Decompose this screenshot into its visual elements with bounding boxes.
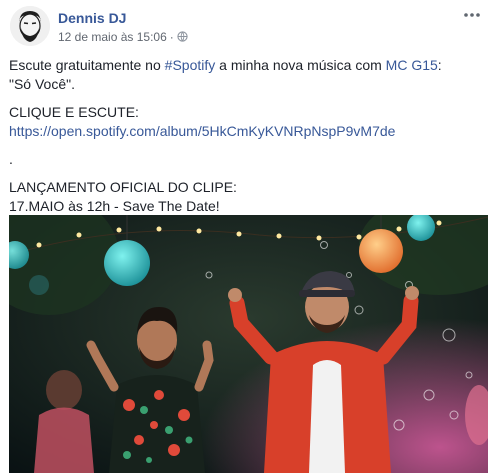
post-meta: 12 de maio às 15:06 ·: [58, 30, 188, 44]
mention-link[interactable]: MC G15: [386, 57, 438, 73]
hashtag-link[interactable]: #Spotify: [165, 57, 216, 73]
avatar-illustration-icon: [10, 6, 50, 46]
spotify-url-link[interactable]: https://open.spotify.com/album/5HkCmKyKV…: [9, 122, 487, 141]
text-segment: a minha nova música com: [215, 57, 386, 73]
text-segment: :: [437, 57, 442, 73]
avatar[interactable]: [10, 6, 50, 46]
post-timestamp[interactable]: 12 de maio às 15:06: [58, 30, 167, 44]
announcement-text: LANÇAMENTO OFICIAL DO CLIPE:: [9, 179, 237, 195]
cta-text: CLIQUE E ESCUTE:: [9, 104, 139, 120]
post-text: Escute gratuitamente no #Spotify a minha…: [9, 56, 487, 216]
meta-separator: ·: [169, 30, 174, 44]
post-text-line-1: Escute gratuitamente no #Spotify a minha…: [9, 56, 487, 75]
text-segment: Escute gratuitamente no: [9, 57, 165, 73]
more-options-icon[interactable]: [462, 8, 482, 22]
globe-icon[interactable]: [177, 31, 188, 42]
dot-separator: .: [9, 151, 13, 167]
photo-two-performers-party-lanterns: [9, 215, 488, 473]
post-text-line-2: "Só Você".: [9, 76, 75, 92]
facebook-post: Dennis DJ 12 de maio às 15:06 · Escute gr…: [0, 0, 497, 473]
date-text: 17.MAIO às 12h - Save The Date!: [9, 198, 220, 214]
author-name[interactable]: Dennis DJ: [58, 10, 126, 26]
post-header: Dennis DJ 12 de maio às 15:06 ·: [10, 6, 490, 48]
post-photo[interactable]: [9, 215, 488, 473]
